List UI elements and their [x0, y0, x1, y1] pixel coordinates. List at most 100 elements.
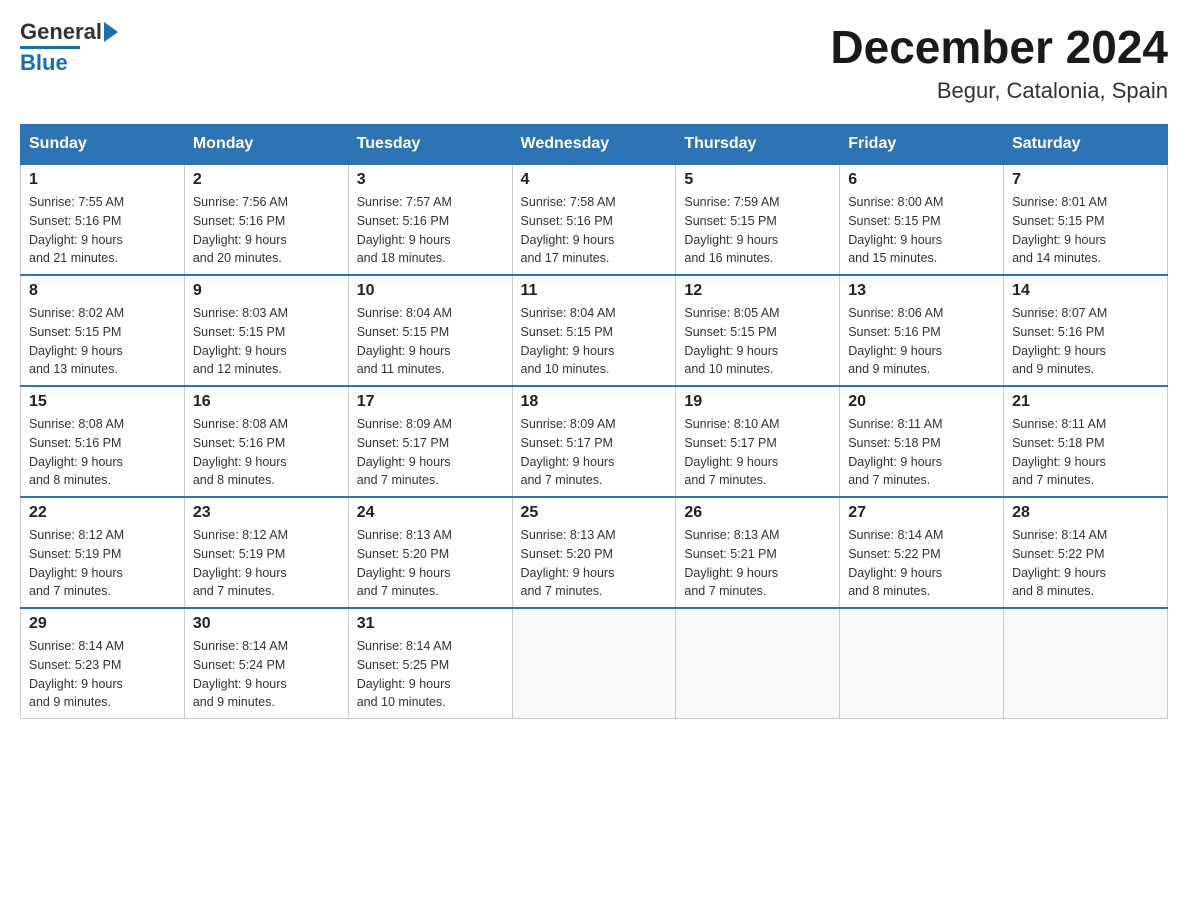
col-thursday: Thursday: [676, 125, 840, 165]
day-number: 23: [193, 504, 340, 522]
calendar-cell: 10 Sunrise: 8:04 AMSunset: 5:15 PMDaylig…: [348, 275, 512, 386]
day-info: Sunrise: 7:59 AMSunset: 5:15 PMDaylight:…: [684, 195, 779, 265]
day-number: 20: [848, 393, 995, 411]
day-number: 16: [193, 393, 340, 411]
day-number: 3: [357, 171, 504, 189]
calendar-cell: 20 Sunrise: 8:11 AMSunset: 5:18 PMDaylig…: [840, 386, 1004, 497]
col-sunday: Sunday: [21, 125, 185, 165]
calendar-title: December 2024: [830, 20, 1168, 74]
calendar-cell: 26 Sunrise: 8:13 AMSunset: 5:21 PMDaylig…: [676, 497, 840, 608]
day-info: Sunrise: 7:57 AMSunset: 5:16 PMDaylight:…: [357, 195, 452, 265]
day-info: Sunrise: 8:14 AMSunset: 5:24 PMDaylight:…: [193, 639, 288, 709]
day-number: 28: [1012, 504, 1159, 522]
day-number: 31: [357, 615, 504, 633]
day-number: 5: [684, 171, 831, 189]
day-number: 15: [29, 393, 176, 411]
day-info: Sunrise: 8:14 AMSunset: 5:22 PMDaylight:…: [848, 528, 943, 598]
day-info: Sunrise: 8:14 AMSunset: 5:22 PMDaylight:…: [1012, 528, 1107, 598]
day-number: 27: [848, 504, 995, 522]
day-info: Sunrise: 8:09 AMSunset: 5:17 PMDaylight:…: [357, 417, 452, 487]
calendar-cell: 2 Sunrise: 7:56 AMSunset: 5:16 PMDayligh…: [184, 164, 348, 275]
logo: General Blue: [20, 20, 118, 75]
day-info: Sunrise: 8:13 AMSunset: 5:21 PMDaylight:…: [684, 528, 779, 598]
calendar-cell: [1004, 608, 1168, 719]
day-number: 13: [848, 282, 995, 300]
calendar-cell: 8 Sunrise: 8:02 AMSunset: 5:15 PMDayligh…: [21, 275, 185, 386]
calendar-cell: 19 Sunrise: 8:10 AMSunset: 5:17 PMDaylig…: [676, 386, 840, 497]
calendar-cell: [676, 608, 840, 719]
calendar-cell: 7 Sunrise: 8:01 AMSunset: 5:15 PMDayligh…: [1004, 164, 1168, 275]
day-number: 17: [357, 393, 504, 411]
calendar-cell: 13 Sunrise: 8:06 AMSunset: 5:16 PMDaylig…: [840, 275, 1004, 386]
day-number: 24: [357, 504, 504, 522]
day-info: Sunrise: 8:05 AMSunset: 5:15 PMDaylight:…: [684, 306, 779, 376]
calendar-cell: 16 Sunrise: 8:08 AMSunset: 5:16 PMDaylig…: [184, 386, 348, 497]
calendar-cell: 4 Sunrise: 7:58 AMSunset: 5:16 PMDayligh…: [512, 164, 676, 275]
week-row-3: 15 Sunrise: 8:08 AMSunset: 5:16 PMDaylig…: [21, 386, 1168, 497]
day-info: Sunrise: 8:14 AMSunset: 5:25 PMDaylight:…: [357, 639, 452, 709]
day-number: 30: [193, 615, 340, 633]
day-info: Sunrise: 8:07 AMSunset: 5:16 PMDaylight:…: [1012, 306, 1107, 376]
day-info: Sunrise: 8:01 AMSunset: 5:15 PMDaylight:…: [1012, 195, 1107, 265]
day-number: 10: [357, 282, 504, 300]
day-info: Sunrise: 8:14 AMSunset: 5:23 PMDaylight:…: [29, 639, 124, 709]
calendar-cell: [512, 608, 676, 719]
day-number: 9: [193, 282, 340, 300]
week-row-5: 29 Sunrise: 8:14 AMSunset: 5:23 PMDaylig…: [21, 608, 1168, 719]
day-info: Sunrise: 8:04 AMSunset: 5:15 PMDaylight:…: [521, 306, 616, 376]
day-number: 19: [684, 393, 831, 411]
logo-general: General: [20, 20, 102, 44]
day-number: 22: [29, 504, 176, 522]
calendar-cell: 9 Sunrise: 8:03 AMSunset: 5:15 PMDayligh…: [184, 275, 348, 386]
day-info: Sunrise: 8:06 AMSunset: 5:16 PMDaylight:…: [848, 306, 943, 376]
calendar-cell: 30 Sunrise: 8:14 AMSunset: 5:24 PMDaylig…: [184, 608, 348, 719]
col-tuesday: Tuesday: [348, 125, 512, 165]
day-info: Sunrise: 7:56 AMSunset: 5:16 PMDaylight:…: [193, 195, 288, 265]
calendar-cell: 14 Sunrise: 8:07 AMSunset: 5:16 PMDaylig…: [1004, 275, 1168, 386]
day-number: 21: [1012, 393, 1159, 411]
calendar-cell: 23 Sunrise: 8:12 AMSunset: 5:19 PMDaylig…: [184, 497, 348, 608]
day-number: 7: [1012, 171, 1159, 189]
calendar-cell: 27 Sunrise: 8:14 AMSunset: 5:22 PMDaylig…: [840, 497, 1004, 608]
day-info: Sunrise: 8:13 AMSunset: 5:20 PMDaylight:…: [521, 528, 616, 598]
col-saturday: Saturday: [1004, 125, 1168, 165]
calendar-cell: 1 Sunrise: 7:55 AMSunset: 5:16 PMDayligh…: [21, 164, 185, 275]
calendar-subtitle: Begur, Catalonia, Spain: [830, 78, 1168, 104]
day-number: 4: [521, 171, 668, 189]
day-info: Sunrise: 8:02 AMSunset: 5:15 PMDaylight:…: [29, 306, 124, 376]
calendar-cell: 12 Sunrise: 8:05 AMSunset: 5:15 PMDaylig…: [676, 275, 840, 386]
day-number: 12: [684, 282, 831, 300]
day-info: Sunrise: 8:04 AMSunset: 5:15 PMDaylight:…: [357, 306, 452, 376]
header-row: Sunday Monday Tuesday Wednesday Thursday…: [21, 125, 1168, 165]
day-number: 25: [521, 504, 668, 522]
calendar-cell: 18 Sunrise: 8:09 AMSunset: 5:17 PMDaylig…: [512, 386, 676, 497]
calendar-cell: 29 Sunrise: 8:14 AMSunset: 5:23 PMDaylig…: [21, 608, 185, 719]
calendar-table: Sunday Monday Tuesday Wednesday Thursday…: [20, 124, 1168, 719]
day-number: 14: [1012, 282, 1159, 300]
day-number: 6: [848, 171, 995, 189]
calendar-cell: 22 Sunrise: 8:12 AMSunset: 5:19 PMDaylig…: [21, 497, 185, 608]
calendar-header: Sunday Monday Tuesday Wednesday Thursday…: [21, 125, 1168, 165]
day-number: 11: [521, 282, 668, 300]
calendar-cell: 15 Sunrise: 8:08 AMSunset: 5:16 PMDaylig…: [21, 386, 185, 497]
week-row-2: 8 Sunrise: 8:02 AMSunset: 5:15 PMDayligh…: [21, 275, 1168, 386]
col-wednesday: Wednesday: [512, 125, 676, 165]
title-area: December 2024 Begur, Catalonia, Spain: [830, 20, 1168, 104]
calendar-cell: 6 Sunrise: 8:00 AMSunset: 5:15 PMDayligh…: [840, 164, 1004, 275]
calendar-cell: 3 Sunrise: 7:57 AMSunset: 5:16 PMDayligh…: [348, 164, 512, 275]
day-info: Sunrise: 8:00 AMSunset: 5:15 PMDaylight:…: [848, 195, 943, 265]
col-friday: Friday: [840, 125, 1004, 165]
day-info: Sunrise: 8:11 AMSunset: 5:18 PMDaylight:…: [848, 417, 942, 487]
week-row-4: 22 Sunrise: 8:12 AMSunset: 5:19 PMDaylig…: [21, 497, 1168, 608]
page-header: General Blue December 2024 Begur, Catalo…: [20, 20, 1168, 104]
day-info: Sunrise: 8:10 AMSunset: 5:17 PMDaylight:…: [684, 417, 779, 487]
day-info: Sunrise: 8:08 AMSunset: 5:16 PMDaylight:…: [29, 417, 124, 487]
day-number: 8: [29, 282, 176, 300]
calendar-cell: 5 Sunrise: 7:59 AMSunset: 5:15 PMDayligh…: [676, 164, 840, 275]
day-info: Sunrise: 7:58 AMSunset: 5:16 PMDaylight:…: [521, 195, 616, 265]
day-number: 2: [193, 171, 340, 189]
calendar-cell: 31 Sunrise: 8:14 AMSunset: 5:25 PMDaylig…: [348, 608, 512, 719]
calendar-cell: 28 Sunrise: 8:14 AMSunset: 5:22 PMDaylig…: [1004, 497, 1168, 608]
day-info: Sunrise: 8:08 AMSunset: 5:16 PMDaylight:…: [193, 417, 288, 487]
day-info: Sunrise: 8:11 AMSunset: 5:18 PMDaylight:…: [1012, 417, 1106, 487]
